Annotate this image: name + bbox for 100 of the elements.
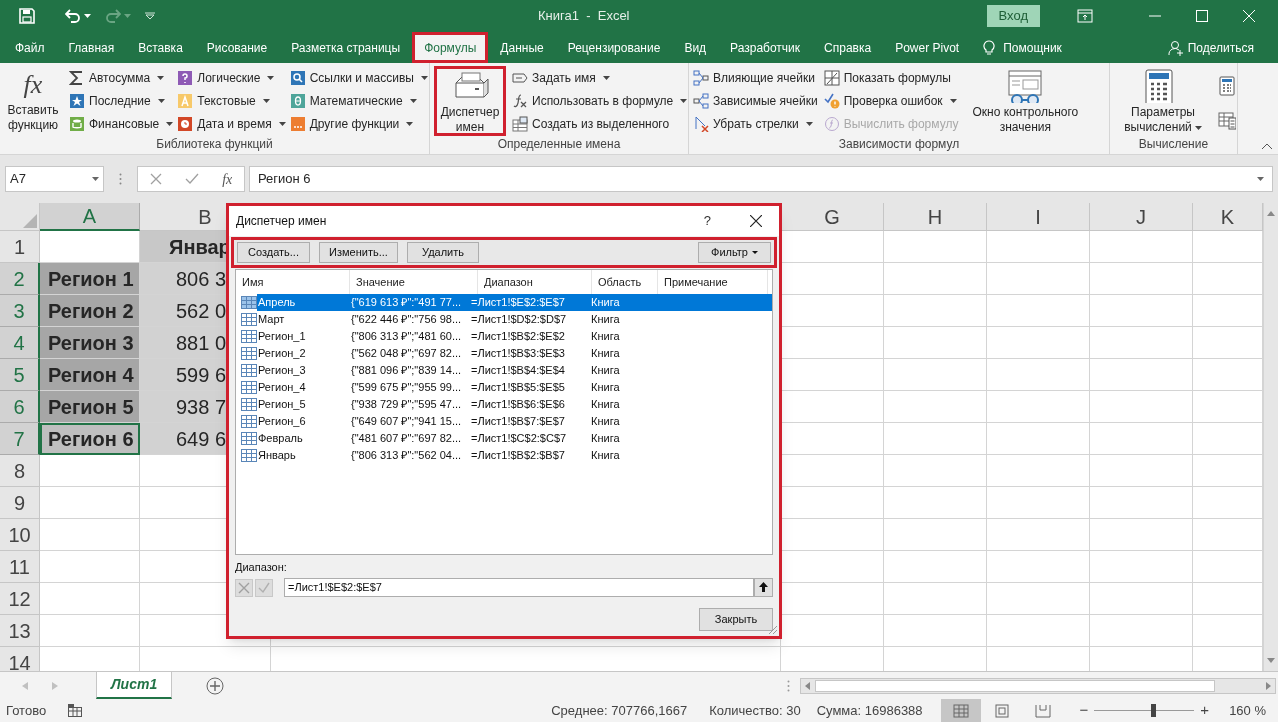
row-header[interactable]: 8 <box>0 455 40 487</box>
row-header[interactable]: 4 <box>0 327 40 359</box>
table-cell[interactable] <box>884 231 987 263</box>
row-header[interactable]: 12 <box>0 583 40 615</box>
table-cell[interactable] <box>884 359 987 391</box>
list-row[interactable]: Апрель {"619 613 ₽":"491 77... =Лист1!$E$2:$E$7 Книга <box>257 294 772 311</box>
ribbon-button[interactable]: Показать формулы <box>823 66 959 89</box>
column-header[interactable]: G <box>781 203 884 231</box>
dialog-button[interactable]: Создать... <box>237 242 310 263</box>
save-icon[interactable] <box>19 8 35 24</box>
ribbon-button[interactable]: Ссылки и массивы <box>289 66 428 89</box>
table-cell[interactable] <box>40 551 140 583</box>
range-field[interactable]: =Лист1!$E$2:$E$7 <box>284 578 754 597</box>
tell-me-search[interactable]: Помощник <box>1003 38 1062 57</box>
sheet-calculator-icon[interactable] <box>1218 110 1236 130</box>
dialog-button[interactable]: Изменить... <box>319 242 398 263</box>
table-cell[interactable] <box>987 551 1090 583</box>
ribbon-button[interactable]: Влияющие ячейки <box>693 66 818 89</box>
view-button[interactable] <box>940 699 981 722</box>
close-icon[interactable] <box>750 215 762 227</box>
table-cell[interactable] <box>1090 263 1193 295</box>
ribbon-tab[interactable]: Вставка <box>126 32 195 63</box>
table-cell[interactable] <box>884 391 987 423</box>
scroll-up-icon[interactable] <box>1267 211 1275 216</box>
row-header[interactable]: 10 <box>0 519 40 551</box>
table-cell[interactable] <box>884 423 987 455</box>
calculator-icon[interactable] <box>1218 76 1236 96</box>
resize-grip-icon[interactable] <box>768 625 778 635</box>
help-button[interactable]: ? <box>703 211 711 231</box>
ribbon-tab[interactable]: Справка <box>812 32 884 63</box>
row-header[interactable]: 9 <box>0 487 40 519</box>
collapse-ribbon-icon[interactable] <box>1262 143 1272 149</box>
row-header[interactable]: 2 <box>0 263 40 295</box>
table-cell[interactable] <box>884 487 987 519</box>
row-header[interactable]: 13 <box>0 615 40 647</box>
ribbon-tab[interactable]: Рецензирование <box>555 32 673 63</box>
previous-sheet-icon[interactable] <box>22 681 28 690</box>
table-cell[interactable] <box>40 615 140 647</box>
redo-icon[interactable] <box>105 9 121 23</box>
table-cell[interactable] <box>884 519 987 551</box>
table-cell[interactable] <box>987 519 1090 551</box>
table-cell[interactable]: Регион 5 <box>40 391 140 423</box>
table-cell[interactable] <box>1090 487 1193 519</box>
ribbon-button[interactable]: Диспетчер имен <box>434 66 506 136</box>
table-cell[interactable] <box>884 263 987 295</box>
row-header[interactable]: 6 <box>0 391 40 423</box>
table-cell[interactable] <box>40 487 140 519</box>
row-header[interactable]: 14 <box>0 647 40 671</box>
table-cell[interactable] <box>884 551 987 583</box>
table-cell[interactable] <box>1090 615 1193 647</box>
maximize-icon[interactable] <box>1196 10 1208 22</box>
ribbon-button[interactable]: Математические <box>289 89 428 112</box>
table-cell[interactable] <box>1090 455 1193 487</box>
ribbon-button[interactable]: Финансовые <box>69 112 174 135</box>
table-cell[interactable] <box>987 391 1090 423</box>
ribbon-button[interactable]: Проверка ошибок <box>823 89 959 112</box>
ribbon-tab[interactable]: Данные <box>488 32 556 63</box>
ribbon-button[interactable]: Окно контрольного значения <box>964 66 1087 136</box>
sheet-tab[interactable]: Лист1 <box>96 671 173 699</box>
ribbon-button[interactable]: Логические <box>177 66 286 89</box>
select-all-icon[interactable] <box>23 214 37 228</box>
caret-icon[interactable] <box>84 14 91 18</box>
table-cell[interactable] <box>1090 583 1193 615</box>
ribbon-button[interactable]: Задать имя <box>512 66 688 89</box>
formula-field[interactable]: Регион 6 <box>249 166 1273 192</box>
table-cell[interactable] <box>40 455 140 487</box>
filter-button[interactable]: Фильтр <box>698 242 771 263</box>
ribbon-button[interactable]: Параметры вычислений <box>1114 66 1212 136</box>
table-cell[interactable]: Регион 1 <box>40 263 140 295</box>
name-box[interactable]: A7 <box>5 166 104 192</box>
table-cell[interactable]: Регион 2 <box>40 295 140 327</box>
ribbon-button[interactable]: Дата и время <box>177 112 286 135</box>
table-cell[interactable] <box>1090 359 1193 391</box>
undo-icon[interactable] <box>65 9 81 23</box>
cancel-icon[interactable] <box>235 578 253 597</box>
table-cell[interactable]: Регион 6 <box>40 423 140 455</box>
table-cell[interactable] <box>1090 423 1193 455</box>
table-cell[interactable]: Регион 4 <box>40 359 140 391</box>
column-header[interactable]: K <box>1193 203 1263 231</box>
table-cell[interactable] <box>987 423 1090 455</box>
table-cell[interactable] <box>884 295 987 327</box>
ribbon-tab[interactable]: Файл <box>3 32 57 63</box>
zoom-out-button[interactable]: − <box>1079 699 1089 722</box>
table-cell[interactable] <box>1090 231 1193 263</box>
ribbon-button[interactable]: Создать из выделенного <box>512 112 688 135</box>
horizontal-scrollbar[interactable] <box>800 677 1277 694</box>
table-cell[interactable] <box>987 455 1090 487</box>
ribbon-button[interactable]: Использовать в формуле <box>512 89 688 112</box>
ribbon-tab[interactable]: Рисование <box>194 32 280 63</box>
next-sheet-icon[interactable] <box>52 681 58 690</box>
ribbon-tab[interactable]: Формулы <box>412 32 489 63</box>
dialog-button[interactable]: Удалить <box>407 242 479 263</box>
table-cell[interactable] <box>884 455 987 487</box>
table-cell[interactable] <box>884 327 987 359</box>
minimize-icon[interactable] <box>1149 15 1161 17</box>
ribbon-button[interactable]: Убрать стрелки <box>693 112 818 135</box>
insert-function-button[interactable]: fx <box>222 168 233 190</box>
column-header[interactable]: A <box>40 203 140 231</box>
sign-in-button[interactable]: Вход <box>986 5 1040 27</box>
share-button[interactable]: Поделиться <box>1167 32 1254 63</box>
